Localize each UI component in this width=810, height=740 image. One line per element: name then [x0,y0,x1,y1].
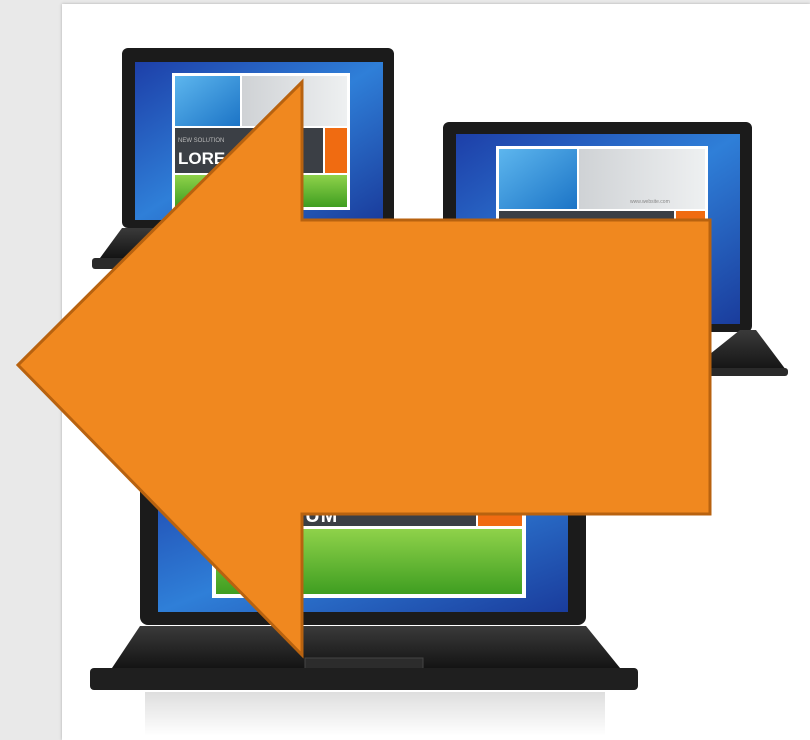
laptops-illustration: NEW SOLUTION LORE www.website.com IPSUM [15,48,788,736]
sky-tile [175,76,240,126]
laptop-reflection [145,692,605,736]
screen-small-text: www.website.com [630,199,670,205]
orange-tile [325,128,347,173]
laptop-base-edge [90,668,638,690]
sky-tile [499,149,577,209]
screen-small-text: NEW SOLUTION [178,138,224,144]
illustration-stage: NEW SOLUTION LORE www.website.com IPSUM [0,0,810,740]
